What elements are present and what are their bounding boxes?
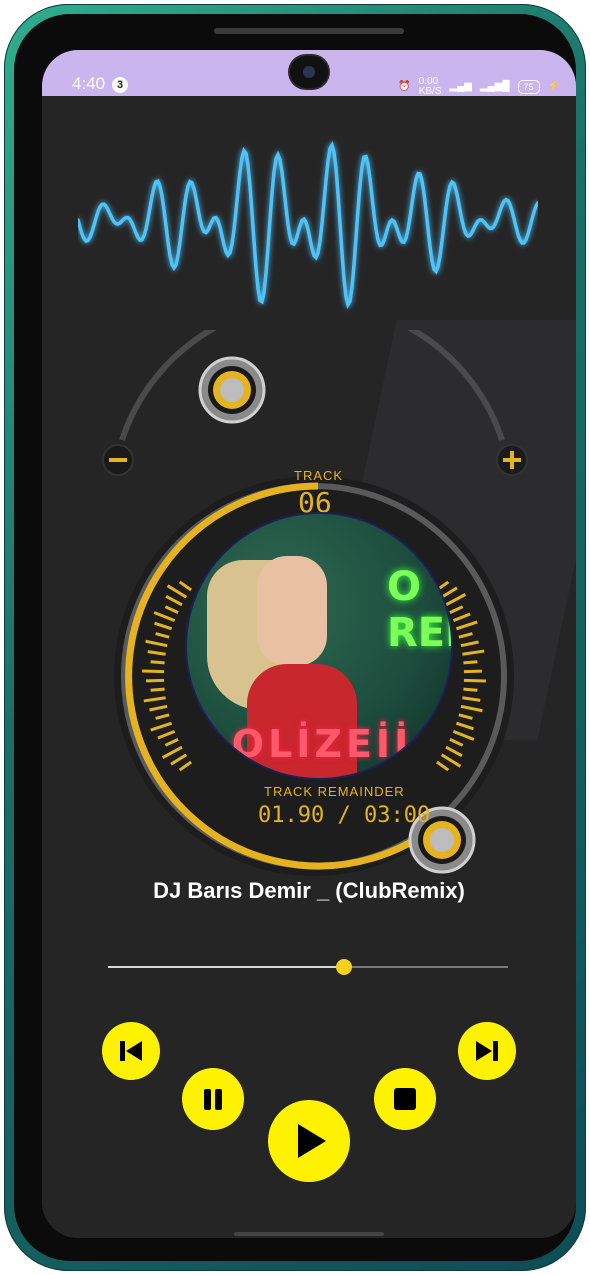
track-remainder-label: TRACK REMAINDER (264, 784, 405, 799)
waveform-graphic (78, 140, 538, 310)
cover-word: OLİZEİİ (231, 722, 413, 766)
signal-icon: ▂▄▆ (449, 81, 472, 92)
volume-knob[interactable] (198, 356, 266, 424)
home-indicator (234, 1232, 384, 1236)
seek-bar[interactable] (108, 959, 508, 975)
play-icon (298, 1124, 326, 1158)
track-remainder-value: 01.90 / 03:00 (258, 803, 431, 828)
status-time: 4:40 (72, 74, 106, 93)
cover-figure (257, 556, 327, 666)
screen: 4:40 3 ⏰ 0.00 KB/S ▂▄▆ ▂▄▆█ 75 ⚡ TRACK 0… (42, 50, 576, 1238)
level-tick (463, 678, 486, 683)
level-tick (150, 660, 165, 665)
signal-4g-icon: ▂▄▆█ (479, 81, 510, 92)
previous-button[interactable] (102, 1022, 160, 1080)
charging-icon: ⚡ (547, 81, 560, 92)
level-tick (146, 678, 165, 683)
notification-badge: 3 (112, 77, 128, 93)
level-tick (142, 669, 165, 674)
phone-bezel: 4:40 3 ⏰ 0.00 KB/S ▂▄▆ ▂▄▆█ 75 ⚡ TRACK 0… (14, 14, 576, 1261)
seek-bar-progress (108, 966, 344, 968)
front-camera (290, 56, 328, 88)
pause-button[interactable] (182, 1068, 244, 1130)
stop-button[interactable] (374, 1068, 436, 1130)
level-tick (463, 687, 478, 692)
battery-icon: 75 (517, 80, 540, 94)
track-label: TRACK (294, 468, 344, 483)
status-bar: 4:40 3 ⏰ 0.00 KB/S ▂▄▆ ▂▄▆█ 75 ⚡ (42, 50, 576, 97)
alarm-icon: ⏰ (398, 81, 411, 92)
album-cover: O REM OLİZEİİ (187, 514, 451, 778)
song-title: DJ Barıs Demir _ (ClubRemix) (153, 878, 465, 903)
play-button[interactable] (268, 1100, 350, 1182)
earpiece-speaker (214, 28, 404, 34)
cover-neon-text: O REM (387, 564, 451, 656)
pause-icon (204, 1089, 222, 1110)
volume-up-button[interactable] (496, 444, 528, 476)
net-speed: 0.00 KB/S (419, 77, 442, 97)
status-icons: ⏰ 0.00 KB/S ▂▄▆ ▂▄▆█ 75 ⚡ (398, 77, 560, 97)
seek-bar-thumb[interactable] (336, 959, 352, 975)
level-tick (150, 687, 165, 692)
level-tick (463, 660, 478, 665)
volume-down-button[interactable] (102, 444, 134, 476)
skip-next-icon (476, 1041, 498, 1061)
skip-previous-icon (120, 1041, 142, 1061)
level-tick (463, 669, 482, 674)
stop-icon (394, 1088, 416, 1110)
phone-frame: 4:40 3 ⏰ 0.00 KB/S ▂▄▆ ▂▄▆█ 75 ⚡ TRACK 0… (4, 4, 586, 1271)
next-button[interactable] (458, 1022, 516, 1080)
